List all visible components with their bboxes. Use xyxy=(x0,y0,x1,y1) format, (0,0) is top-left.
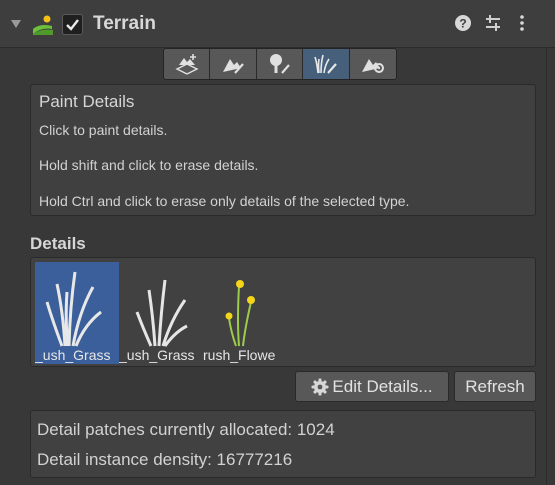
detail-item-label: ush_Grass_ xyxy=(119,347,195,363)
tool-paint-trees[interactable] xyxy=(256,49,304,79)
grass-detail-thumbnail-icon xyxy=(135,279,188,347)
help-line: Hold Ctrl and click to erase only detail… xyxy=(39,193,410,209)
paint-terrain-tool-icon xyxy=(223,59,244,74)
details-section-label: Details xyxy=(30,234,86,253)
paint-trees-tool-icon xyxy=(270,54,291,74)
component-enabled-checkbox[interactable] xyxy=(62,14,83,35)
detail-item-label: rush_Flowe xyxy=(203,347,276,363)
component-header: Terrain ? xyxy=(0,0,555,48)
detail-info-box: Detail patches currently allocated: 1024… xyxy=(30,410,536,478)
inspector-scrollbar-edge xyxy=(546,48,547,485)
detail-patches-text: Detail patches currently allocated: 1024 xyxy=(37,420,335,439)
help-title: Paint Details xyxy=(39,92,135,111)
tool-terrain-settings[interactable] xyxy=(349,49,396,79)
tool-paint-terrain[interactable] xyxy=(210,49,257,79)
tool-create-neighbor-terrains[interactable] xyxy=(164,49,211,79)
refresh-button[interactable]: Refresh xyxy=(454,371,536,402)
foldout-arrow-icon[interactable] xyxy=(10,18,22,30)
terrain-tool-toolbar xyxy=(163,48,397,80)
tool-paint-details[interactable] xyxy=(303,49,350,79)
flower-detail-thumbnail-icon xyxy=(225,280,255,347)
terrain-settings-tool-icon xyxy=(361,59,384,73)
detail-item-label: ush_Grass_ xyxy=(35,347,111,363)
detail-item[interactable]: rush_Flowe xyxy=(203,262,287,364)
paint-details-help-box: Paint Details Click to paint details. Ho… xyxy=(30,84,536,216)
paint-details-tool-icon xyxy=(314,54,337,74)
details-list: ush_Grass_ ush_Grass_ rush_Flowe xyxy=(30,257,536,367)
checkmark-icon xyxy=(66,19,79,31)
detail-item[interactable]: ush_Grass_ xyxy=(119,262,203,364)
edit-details-button[interactable]: Edit Details... xyxy=(295,371,449,402)
preset-sliders-icon[interactable] xyxy=(484,14,502,32)
detail-item[interactable]: ush_Grass_ xyxy=(35,262,119,364)
create-neighbor-terrains-tool-icon xyxy=(175,54,199,75)
terrain-component-icon xyxy=(33,15,53,35)
detail-density-text: Detail instance density: 16777216 xyxy=(37,450,293,469)
gear-icon xyxy=(311,378,329,395)
component-title: Terrain xyxy=(93,13,157,34)
edit-details-label: Edit Details... xyxy=(332,376,433,396)
more-vertical-icon[interactable] xyxy=(516,14,528,32)
help-icon[interactable]: ? xyxy=(454,14,472,32)
help-line: Hold shift and click to erase details. xyxy=(39,157,259,173)
grass-detail-thumbnail-icon xyxy=(45,271,102,347)
help-line: Click to paint details. xyxy=(39,122,168,138)
svg-text:?: ? xyxy=(459,17,466,31)
